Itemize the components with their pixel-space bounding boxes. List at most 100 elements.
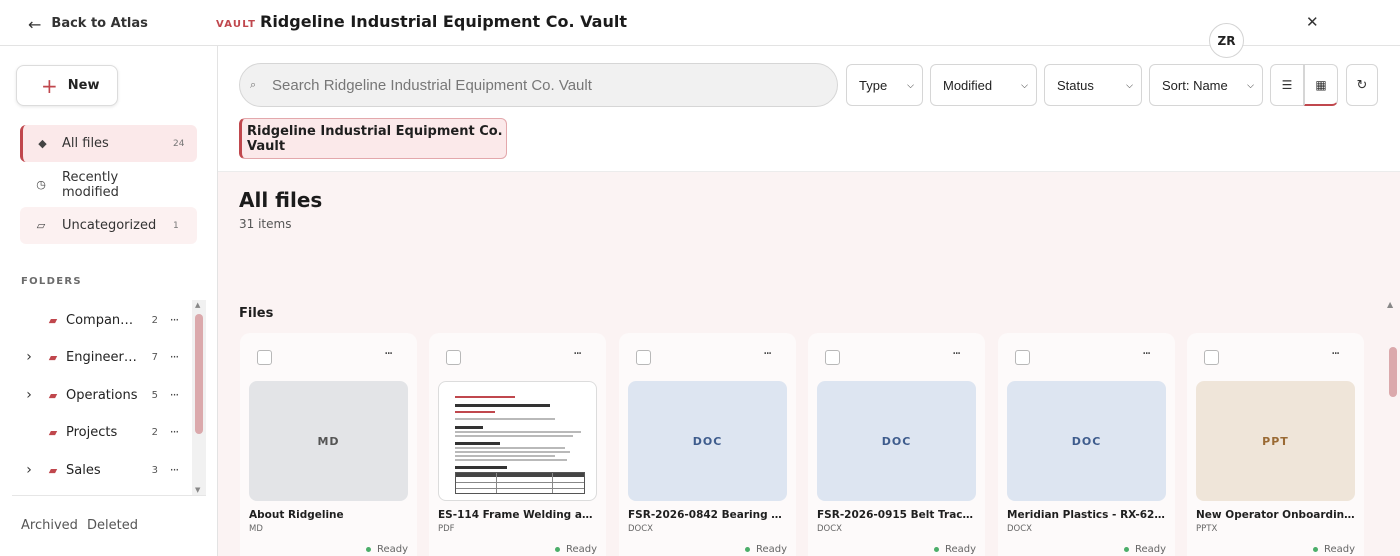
file-thumbnail[interactable]: DOC (1007, 381, 1166, 501)
file-card[interactable]: ··· ES-114 Frame Welding and PDF Ready (429, 333, 606, 556)
nav-count: 24 (173, 138, 185, 149)
file-type: DOCX (1007, 524, 1032, 534)
file-checkbox[interactable] (1015, 350, 1030, 365)
file-checkbox[interactable] (257, 350, 272, 365)
file-card[interactable]: ··· DOC Meridian Plastics - RX-620 Conve… (998, 333, 1175, 556)
more-dots-icon[interactable]: ··· (164, 350, 184, 364)
more-dots-icon[interactable]: ··· (573, 346, 582, 362)
file-thumbnail[interactable]: DOC (817, 381, 976, 501)
nav-uncategorized[interactable]: ▱ Uncategorized 1 (20, 207, 197, 244)
modified-filter-select[interactable]: Modified ⌵ (930, 64, 1037, 106)
file-card[interactable]: ··· DOC FSR-2026-0915 Belt Tracking Repo… (808, 333, 985, 556)
scroll-down-icon[interactable]: ▼ (195, 486, 200, 494)
status-dot-icon (365, 547, 371, 552)
file-type: MD (249, 524, 263, 534)
file-name: FSR-2026-0915 Belt Tracking Report (817, 509, 977, 521)
file-checkbox[interactable] (825, 350, 840, 365)
chevron-down-icon: ⌵ (1126, 79, 1133, 90)
scrollbar-thumb[interactable] (195, 314, 203, 434)
chevron-right-icon[interactable]: › (18, 349, 40, 365)
folder-icon: ▰ (48, 350, 58, 364)
deleted-link[interactable]: Deleted (87, 518, 138, 533)
folder-item-company[interactable]: ▰ Company ... 2 ··· (18, 305, 190, 335)
chevron-right-icon[interactable]: › (18, 462, 40, 478)
folders-scrollbar[interactable]: ▲ ▼ (192, 300, 206, 496)
more-dots-icon[interactable]: ··· (164, 425, 184, 439)
back-to-atlas-link[interactable]: ← Back to Atlas (28, 14, 148, 33)
main-content: All files 31 items Files ▲ ··· MD About … (218, 172, 1400, 556)
top-bar: ← Back to Atlas VAULT Ridgeline Industri… (0, 0, 1400, 46)
status-dot-icon (554, 547, 560, 552)
folder-item-sales[interactable]: › ▰ Sales 3 ··· (18, 455, 190, 485)
file-checkbox[interactable] (636, 350, 651, 365)
file-type: DOCX (817, 524, 842, 534)
status-badge: Ready (365, 544, 408, 555)
file-card[interactable]: ··· PPT New Operator Onboarding - Traini… (1187, 333, 1364, 556)
modified-filter-value: Modified (943, 77, 993, 93)
folder-count: 2 (151, 426, 158, 438)
scroll-up-icon[interactable]: ▲ (195, 301, 200, 309)
toolbar: ⌕ Type ⌵ Modified ⌵ Status ⌵ Sort: Name … (218, 46, 1400, 172)
folder-label: Sales (66, 462, 101, 478)
file-name: New Operator Onboarding - Training (1196, 509, 1356, 521)
status-dot-icon (744, 547, 750, 552)
file-checkbox[interactable] (1204, 350, 1219, 365)
sidebar: + New ◆ All files 24 ◷ Recently modified… (0, 46, 218, 556)
scroll-up-icon[interactable]: ▲ (1387, 300, 1393, 309)
plus-icon: + (41, 73, 58, 98)
file-checkbox[interactable] (446, 350, 461, 365)
more-dots-icon[interactable]: ··· (952, 346, 961, 362)
search-input[interactable] (272, 76, 812, 94)
status-label: Ready (1323, 544, 1355, 555)
file-thumbnail[interactable]: MD (249, 381, 408, 501)
list-view-button[interactable]: ☰ (1270, 64, 1304, 106)
nav-label: All files (62, 136, 109, 151)
sidebar-divider (12, 495, 206, 496)
sort-value: Sort: Name (1162, 77, 1228, 93)
avatar[interactable]: ZR (1209, 23, 1244, 58)
more-dots-icon[interactable]: ··· (763, 346, 772, 362)
chevron-right-icon[interactable]: › (18, 387, 40, 403)
folder-count: 7 (151, 351, 158, 363)
page-title: Ridgeline Industrial Equipment Co. Vault (260, 12, 627, 31)
nav-all-files[interactable]: ◆ All files 24 (20, 125, 197, 162)
status-filter-select[interactable]: Status ⌵ (1044, 64, 1142, 106)
more-dots-icon[interactable]: ··· (164, 388, 184, 402)
grid-view-button[interactable]: ▦ (1304, 64, 1338, 106)
type-filter-select[interactable]: Type ⌵ (846, 64, 923, 106)
folder-label: Projects (66, 424, 118, 440)
more-dots-icon[interactable]: ··· (1142, 346, 1151, 362)
breadcrumb[interactable]: Ridgeline Industrial Equipment Co. Vault (239, 118, 507, 159)
file-name: Meridian Plastics - RX-620 Conveyor (1007, 509, 1167, 521)
status-label: Ready (1134, 544, 1166, 555)
nav-recently-modified[interactable]: ◷ Recently modified (20, 166, 197, 203)
new-button[interactable]: + New (16, 65, 118, 106)
chevron-down-icon: ⌵ (1247, 79, 1254, 90)
more-dots-icon[interactable]: ··· (164, 313, 184, 327)
folder-item-projects[interactable]: ▰ Projects 2 ··· (18, 417, 190, 447)
more-dots-icon[interactable]: ··· (1331, 346, 1340, 362)
refresh-button[interactable]: ↻ (1346, 64, 1378, 106)
file-card[interactable]: ··· MD About Ridgeline MD Ready (240, 333, 417, 556)
status-dot-icon (1312, 547, 1318, 552)
file-card[interactable]: ··· DOC FSR-2026-0842 Bearing Failure Re… (619, 333, 796, 556)
folder-item-operations[interactable]: › ▰ Operations 5 ··· (18, 380, 190, 410)
file-name: ES-114 Frame Welding and Torque Specific… (438, 509, 598, 521)
search-box[interactable]: ⌕ (239, 63, 838, 107)
sort-select[interactable]: Sort: Name ⌵ (1149, 64, 1263, 106)
more-dots-icon[interactable]: ··· (384, 346, 393, 362)
folder-label: Engineering (66, 349, 140, 365)
close-icon[interactable]: ✕ (1306, 13, 1319, 31)
folder-item-engineering[interactable]: › ▰ Engineering 7 ··· (18, 342, 190, 372)
main-scrollbar-thumb[interactable] (1389, 347, 1397, 397)
file-thumbnail[interactable] (438, 381, 597, 501)
file-thumbnail[interactable]: PPT (1196, 381, 1355, 501)
more-dots-icon[interactable]: ··· (164, 463, 184, 477)
file-thumbnail[interactable]: DOC (628, 381, 787, 501)
folder-icon: ▰ (48, 388, 58, 402)
nav-count: 1 (173, 220, 179, 231)
nav-label: Recently modified (62, 169, 119, 200)
archived-link[interactable]: Archived (21, 518, 78, 533)
section-title: All files (239, 188, 323, 212)
status-badge: Ready (933, 544, 976, 555)
